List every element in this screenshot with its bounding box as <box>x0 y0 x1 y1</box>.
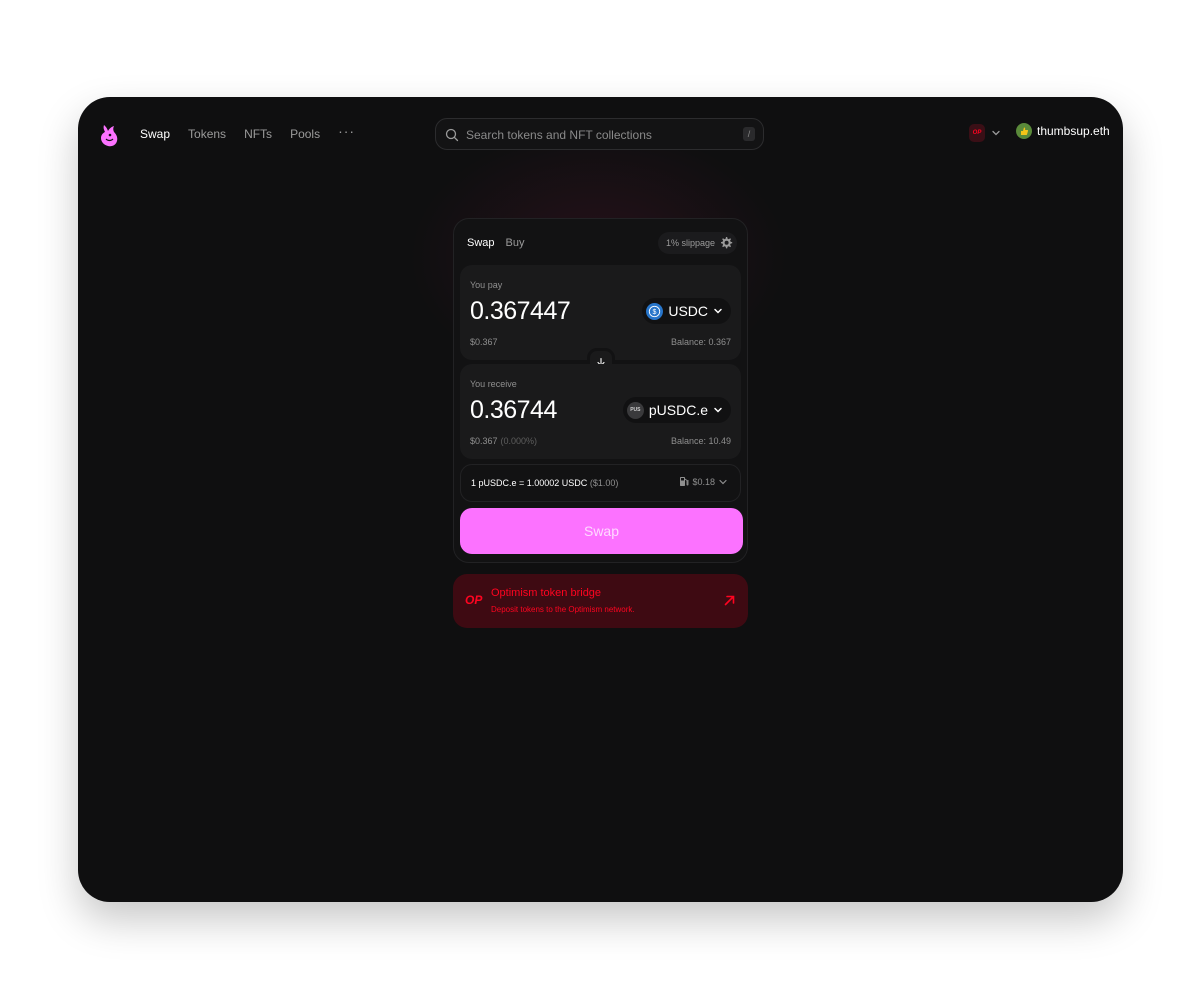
thumbs-up-icon <box>1021 127 1029 135</box>
exchange-rate-usd: ($1.00) <box>589 478 619 488</box>
bridge-subtitle: Deposit tokens to the Optimism network. <box>491 605 635 614</box>
swap-card: Swap Buy 1% slippage You pay 0.367447 $ … <box>453 218 748 563</box>
pay-usd-value: $0.367 <box>470 337 498 347</box>
slippage-settings-button[interactable]: 1% slippage <box>657 232 737 254</box>
top-nav: Swap Tokens NFTs Pools ··· / OP <box>78 97 1123 172</box>
uniswap-logo-icon[interactable] <box>98 122 120 148</box>
exchange-rate-text: 1 pUSDC.e = 1.00002 USDC <box>471 478 588 488</box>
swap-tabs: Swap Buy <box>467 237 525 249</box>
nav-tokens[interactable]: Tokens <box>188 127 226 141</box>
search-icon <box>445 128 459 142</box>
chevron-down-icon <box>719 479 727 484</box>
receive-token-selector[interactable]: PUS pUSDC.e <box>622 397 731 423</box>
svg-text:$: $ <box>653 309 657 316</box>
gear-icon <box>721 237 733 249</box>
nav-pools[interactable]: Pools <box>290 127 320 141</box>
arrow-up-right-icon <box>724 595 735 606</box>
account-button[interactable]: thumbsup.eth <box>1016 123 1110 139</box>
pay-token-selector[interactable]: $ USDC <box>642 298 731 324</box>
rate-details-row[interactable]: 1 pUSDC.e = 1.00002 USDC ($1.00) $0.18 <box>460 464 741 502</box>
nav-nfts[interactable]: NFTs <box>244 127 272 141</box>
pay-balance: Balance: 0.367 <box>670 337 731 347</box>
pusdc-token-icon: PUS <box>626 401 644 419</box>
nav-swap[interactable]: Swap <box>140 127 170 141</box>
search-shortcut-key: / <box>743 127 755 141</box>
gas-value: $0.18 <box>692 476 715 487</box>
receive-panel: You receive 0.36744 PUS pUSDC.e $0.367 (0… <box>460 364 741 459</box>
receive-token-symbol: pUSDC.e <box>648 402 708 418</box>
tab-buy[interactable]: Buy <box>506 237 525 249</box>
receive-amount-input[interactable]: 0.36744 <box>470 396 557 425</box>
chevron-down-icon <box>714 308 722 314</box>
receive-usd-value: $0.367 (0.000%) <box>470 436 537 446</box>
nav-links: Swap Tokens NFTs Pools ··· <box>140 124 355 141</box>
optimism-bridge-banner[interactable]: OP Optimism token bridge Deposit tokens … <box>453 574 748 628</box>
more-menu-icon[interactable]: ··· <box>338 124 355 141</box>
pay-panel: You pay 0.367447 $ USDC $0.367 Balance: … <box>460 265 741 360</box>
app-window: Swap Tokens NFTs Pools ··· / OP <box>78 97 1123 902</box>
search-bar[interactable]: / <box>435 118 764 151</box>
receive-balance: Balance: 10.49 <box>670 436 731 446</box>
pay-token-symbol: USDC <box>668 303 708 319</box>
chevron-down-icon <box>714 407 722 413</box>
usdc-token-icon: $ <box>646 302 664 320</box>
bridge-title: Optimism token bridge <box>491 587 602 599</box>
optimism-network-icon: OP <box>969 124 985 142</box>
avatar <box>1016 123 1032 139</box>
account-name: thumbsup.eth <box>1037 124 1110 138</box>
gas-estimate: $0.18 <box>679 476 728 487</box>
pay-label: You pay <box>470 280 503 290</box>
exchange-rate: 1 pUSDC.e = 1.00002 USDC ($1.00) <box>471 478 618 488</box>
optimism-logo-icon: OP <box>465 593 483 607</box>
gas-pump-icon <box>680 477 689 486</box>
search-input[interactable] <box>464 119 738 151</box>
receive-usd-amount: $0.367 <box>470 436 498 446</box>
receive-label: You receive <box>470 379 517 389</box>
pay-amount-input[interactable]: 0.367447 <box>470 297 571 326</box>
swap-button[interactable]: Swap <box>460 508 743 554</box>
chevron-down-icon <box>992 130 1000 136</box>
network-selector[interactable]: OP <box>969 124 1001 142</box>
price-impact: (0.000%) <box>500 436 538 446</box>
slippage-label: 1% slippage <box>665 238 715 248</box>
tab-swap[interactable]: Swap <box>467 237 495 249</box>
